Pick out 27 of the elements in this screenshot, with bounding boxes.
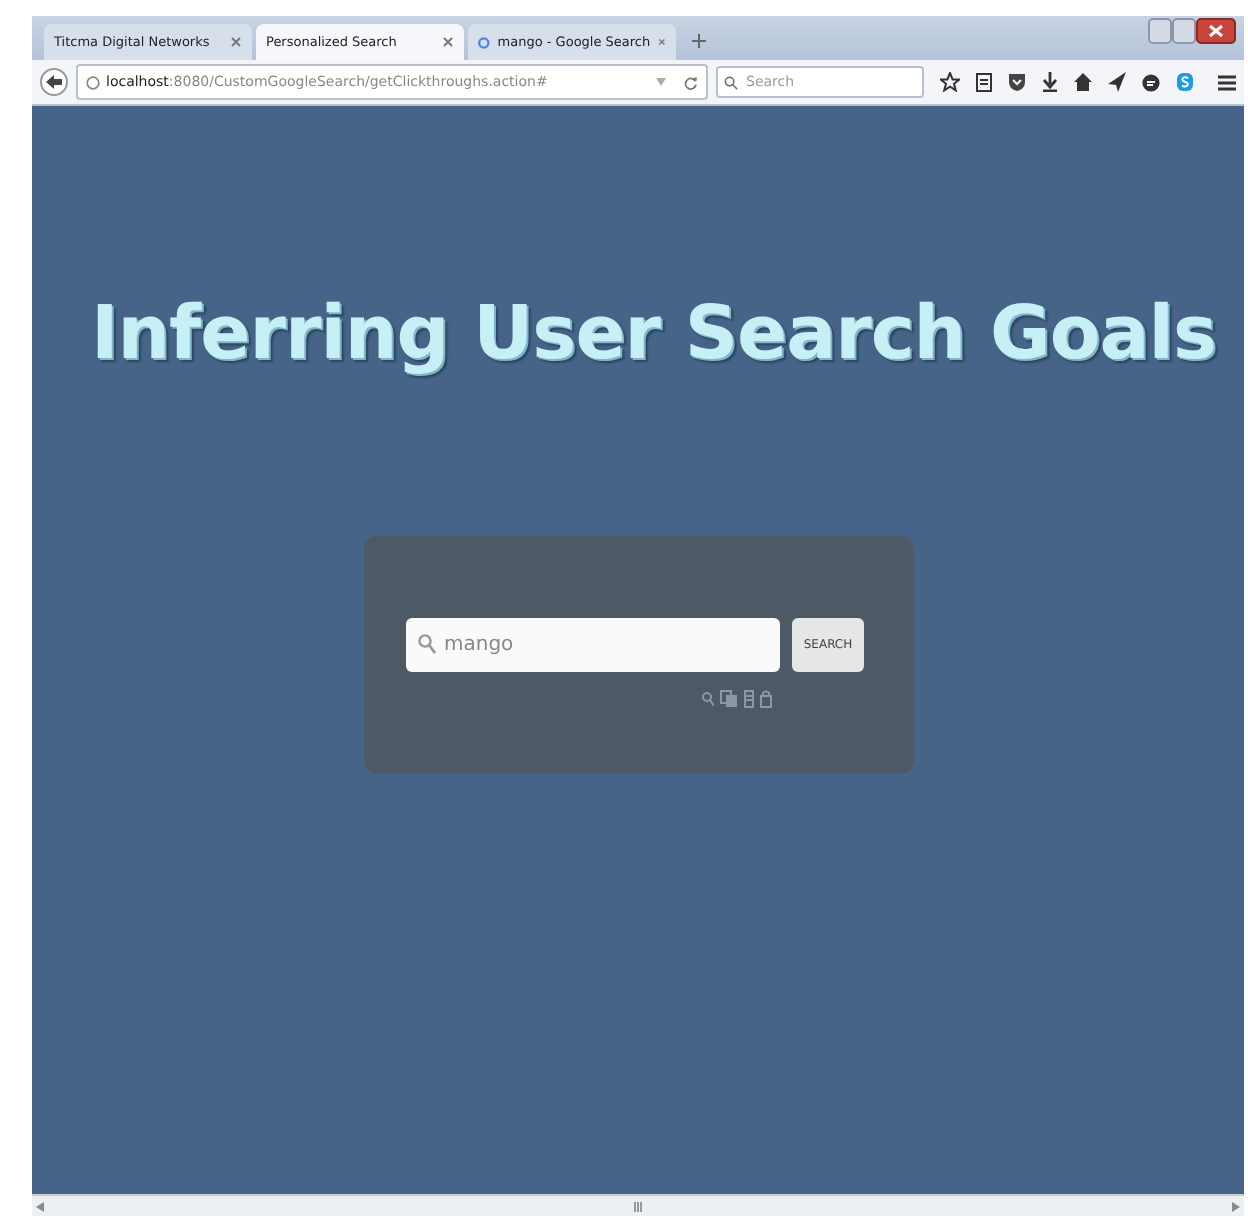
phone-icon[interactable] (744, 690, 754, 708)
reload-icon[interactable] (684, 75, 698, 89)
search-icon[interactable] (702, 692, 714, 706)
send-icon[interactable] (1108, 72, 1126, 92)
download-icon[interactable] (1042, 72, 1058, 92)
home-icon[interactable] (1074, 72, 1092, 92)
close-icon[interactable] (442, 36, 454, 48)
skype-icon[interactable] (1176, 72, 1194, 92)
chat-icon[interactable] (1142, 73, 1160, 91)
horizontal-scrollbar[interactable] (32, 1194, 1244, 1216)
search-icon (724, 75, 738, 89)
scroll-right-icon[interactable] (1232, 1201, 1240, 1211)
menu-icon[interactable] (1218, 73, 1236, 91)
window-controls-icon[interactable] (1148, 18, 1236, 46)
close-icon[interactable] (230, 36, 242, 48)
shield-icon[interactable] (1008, 72, 1026, 92)
scroll-left-icon[interactable] (36, 1201, 44, 1211)
new-tab-icon[interactable] (692, 34, 706, 48)
star-icon[interactable] (940, 72, 960, 92)
dropdown-icon[interactable] (656, 78, 666, 86)
search-icon (418, 634, 436, 654)
lock-icon[interactable] (760, 690, 772, 708)
clipboard-icon[interactable] (976, 72, 992, 92)
page-heading: Inferring User Search Goals (90, 290, 1218, 376)
documents-icon[interactable] (720, 690, 738, 708)
close-icon[interactable] (658, 36, 666, 48)
scroll-grip-icon[interactable] (634, 1201, 642, 1211)
